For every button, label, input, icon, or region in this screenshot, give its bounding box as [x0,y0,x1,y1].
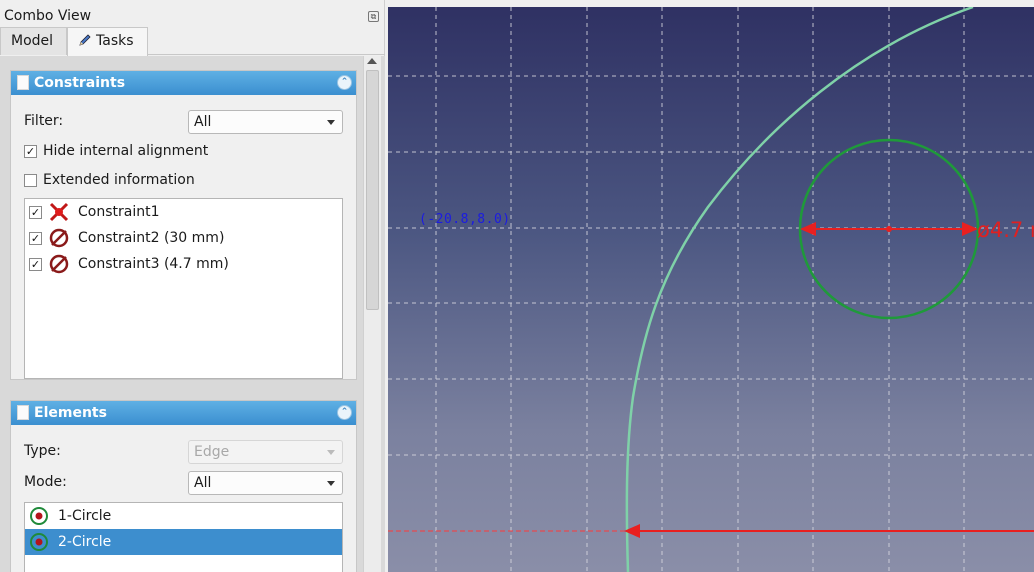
filter-value: All [194,114,212,130]
collapse-icon[interactable]: ⌃ [337,405,352,420]
circle-element-icon [30,507,48,525]
elements-title: Elements [34,405,107,421]
combo-view-panel: Combo View ⧉ Model Tasks Constraints ⌃ F… [0,0,385,572]
list-item-selected[interactable]: 2-Circle [25,529,342,555]
type-label: Type: [24,443,61,459]
chevron-down-icon [327,450,335,455]
list-item[interactable]: ✓ Constraint2 (30 mm) [25,225,342,251]
element-label: 1-Circle [58,508,112,524]
radius-dimension-arrow[interactable] [624,524,1034,538]
document-icon [17,405,29,420]
mode-label: Mode: [24,474,67,490]
circle-element-icon [30,533,48,551]
vertical-scrollbar[interactable] [363,56,381,572]
filter-select[interactable]: All [188,110,343,134]
pencil-icon [79,34,91,46]
element-list[interactable]: 1-Circle 2-Circle [24,502,343,572]
diameter-constraint-icon [49,228,69,248]
type-select: Edge [188,440,343,464]
constraint-list[interactable]: ✓ Constraint1 ✓ Constraint2 (30 mm) ✓ Co… [24,198,343,379]
constraint-label: Constraint2 (30 mm) [78,230,225,246]
constraint-visibility-checkbox[interactable]: ✓ [29,206,42,219]
scrollbar-thumb[interactable] [366,70,379,310]
tab-bar: Model Tasks [0,27,385,56]
grid [388,7,1034,572]
constraint-label: Constraint1 [78,204,160,220]
undock-button[interactable]: ⧉ [368,11,379,22]
scroll-up-icon[interactable] [367,58,377,64]
filter-label: Filter: [24,113,64,129]
chevron-down-icon [327,120,335,125]
constraint-visibility-checkbox[interactable]: ✓ [29,258,42,271]
constraint-visibility-checkbox[interactable]: ✓ [29,232,42,245]
chevron-down-icon [327,481,335,486]
tab-tasks[interactable]: Tasks [67,27,148,56]
collapse-icon[interactable]: ⌃ [337,75,352,90]
hide-internal-checkbox[interactable]: ✓ [24,145,37,158]
task-scroll-area[interactable]: Constraints ⌃ Filter: All ✓ Hide interna… [0,56,385,572]
diameter-constraint-icon [49,254,69,274]
3d-view[interactable]: (-20.8,8.0) ø4.7 mm [388,7,1034,572]
constraints-panel: Constraints ⌃ Filter: All ✓ Hide interna… [10,70,357,380]
cursor-coordinates: (-20.8,8.0) [419,212,511,227]
panel-title: Combo View [4,8,92,24]
constraint-label: Constraint3 (4.7 mm) [78,256,229,272]
element-label: 2-Circle [58,534,112,550]
mode-select[interactable]: All [188,471,343,495]
extended-info-label: Extended information [43,172,195,188]
mode-value: All [194,475,212,491]
elements-panel: Elements ⌃ Type: Edge Mode: All 1-Circle… [10,400,357,572]
tab-model-label: Model [11,33,54,49]
extended-info-checkbox[interactable] [24,174,37,187]
list-item[interactable]: ✓ Constraint3 (4.7 mm) [25,251,342,277]
tab-tasks-label: Tasks [96,33,134,49]
list-item[interactable]: 1-Circle [25,503,342,529]
elements-header[interactable]: Elements ⌃ [11,401,356,425]
type-value: Edge [194,444,230,460]
constraints-title: Constraints [34,75,126,91]
freecad-window: Combo View ⧉ Model Tasks Constraints ⌃ F… [0,0,1034,572]
tab-model[interactable]: Model [0,27,67,55]
list-item[interactable]: ✓ Constraint1 [25,199,342,225]
large-circle-arc[interactable] [625,7,974,572]
sketch-canvas[interactable] [388,7,1034,572]
dimension-label[interactable]: ø4.7 mm [977,218,1034,242]
coincident-constraint-icon [49,202,69,222]
document-icon [17,75,29,90]
hide-internal-label: Hide internal alignment [43,143,209,159]
constraints-header[interactable]: Constraints ⌃ [11,71,356,95]
